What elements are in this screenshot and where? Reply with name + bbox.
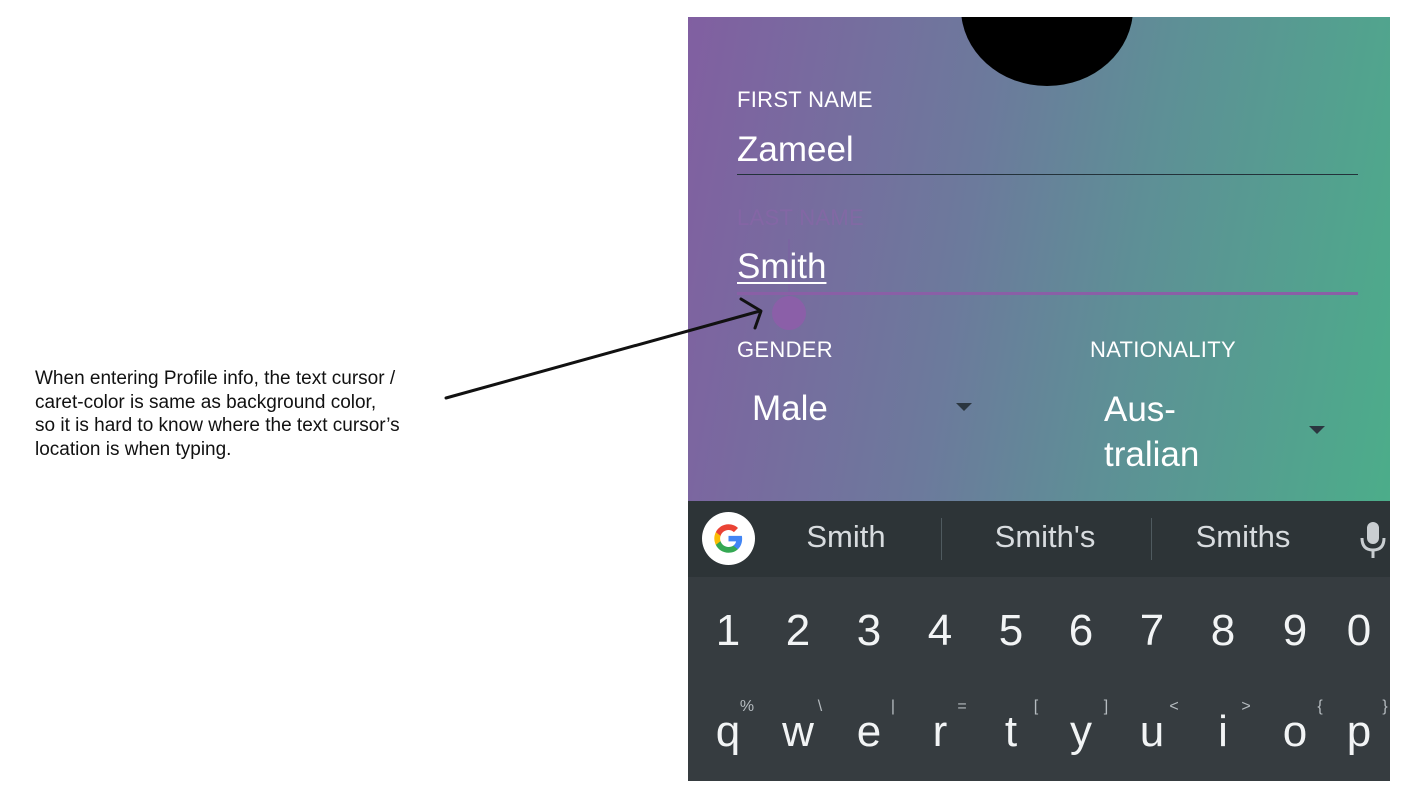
key-t[interactable]: t (981, 707, 1041, 757)
caret-down-icon[interactable] (1309, 426, 1325, 434)
annotation-line: caret-color is same as background color, (35, 391, 377, 413)
first-name-field[interactable] (737, 126, 1358, 174)
key-3[interactable]: 3 (839, 606, 899, 656)
last-name-underline (737, 292, 1358, 295)
last-name-label: LAST NAME (737, 205, 864, 230)
last-name-field[interactable]: Smith (737, 244, 1358, 290)
annotation-line: so it is hard to know where the text cur… (35, 415, 400, 436)
key-5[interactable]: 5 (981, 606, 1041, 656)
suggestion-item[interactable]: Smiths (1178, 519, 1308, 555)
key-w[interactable]: w (768, 707, 828, 757)
profile-form: FIRST NAME LAST NAME Smith GENDER Male N… (688, 17, 1390, 501)
google-g-icon[interactable] (702, 512, 755, 565)
gender-select[interactable]: Male (752, 386, 828, 431)
suggestion-strip: Smith Smith's Smiths (688, 501, 1390, 577)
phone-screen: FIRST NAME LAST NAME Smith GENDER Male N… (688, 17, 1390, 781)
avatar[interactable] (961, 17, 1133, 86)
key-y[interactable]: y (1051, 707, 1111, 757)
first-name-label: FIRST NAME (737, 87, 873, 112)
key-2[interactable]: 2 (768, 606, 828, 656)
key-q[interactable]: q (698, 707, 758, 757)
key-1[interactable]: 1 (698, 606, 758, 656)
key-4[interactable]: 4 (910, 606, 970, 656)
suggestion-divider (1151, 518, 1152, 560)
nationality-value-line: tralian (1104, 435, 1200, 474)
key-e[interactable]: e (839, 707, 899, 757)
suggestion-item[interactable]: Smith's (975, 519, 1115, 555)
suggestion-divider (941, 518, 942, 560)
nationality-label: NATIONALITY (1090, 337, 1236, 362)
key-o[interactable]: o (1265, 707, 1325, 757)
first-name-underline (737, 174, 1358, 175)
caret-down-icon[interactable] (956, 403, 972, 411)
nationality-value-line: Aus- (1104, 390, 1176, 429)
cursor-handle[interactable] (772, 296, 806, 330)
annotation-note: When entering Profile info, the text cur… (35, 367, 455, 461)
key-8[interactable]: 8 (1193, 606, 1253, 656)
key-u[interactable]: u (1122, 707, 1182, 757)
key-0[interactable]: 0 (1329, 606, 1389, 656)
key-i[interactable]: i (1193, 707, 1253, 757)
annotation-line: location is when typing. (35, 438, 232, 460)
annotation-line: When entering Profile info, the text cur… (35, 368, 396, 389)
key-p[interactable]: p (1329, 707, 1389, 757)
key-9[interactable]: 9 (1265, 606, 1325, 656)
screenshot-stage: When entering Profile info, the text cur… (0, 0, 1419, 798)
keyboard: 1 2 3 4 5 6 7 8 9 0 % \ | = [ ] < > { } … (688, 577, 1390, 781)
key-r[interactable]: r (910, 707, 970, 757)
mic-icon[interactable] (1360, 522, 1386, 562)
gender-label: GENDER (737, 337, 833, 362)
key-6[interactable]: 6 (1051, 606, 1111, 656)
nationality-select[interactable]: Aus- tralian (1104, 387, 1199, 477)
suggestion-item[interactable]: Smith (786, 519, 906, 555)
key-7[interactable]: 7 (1122, 606, 1182, 656)
